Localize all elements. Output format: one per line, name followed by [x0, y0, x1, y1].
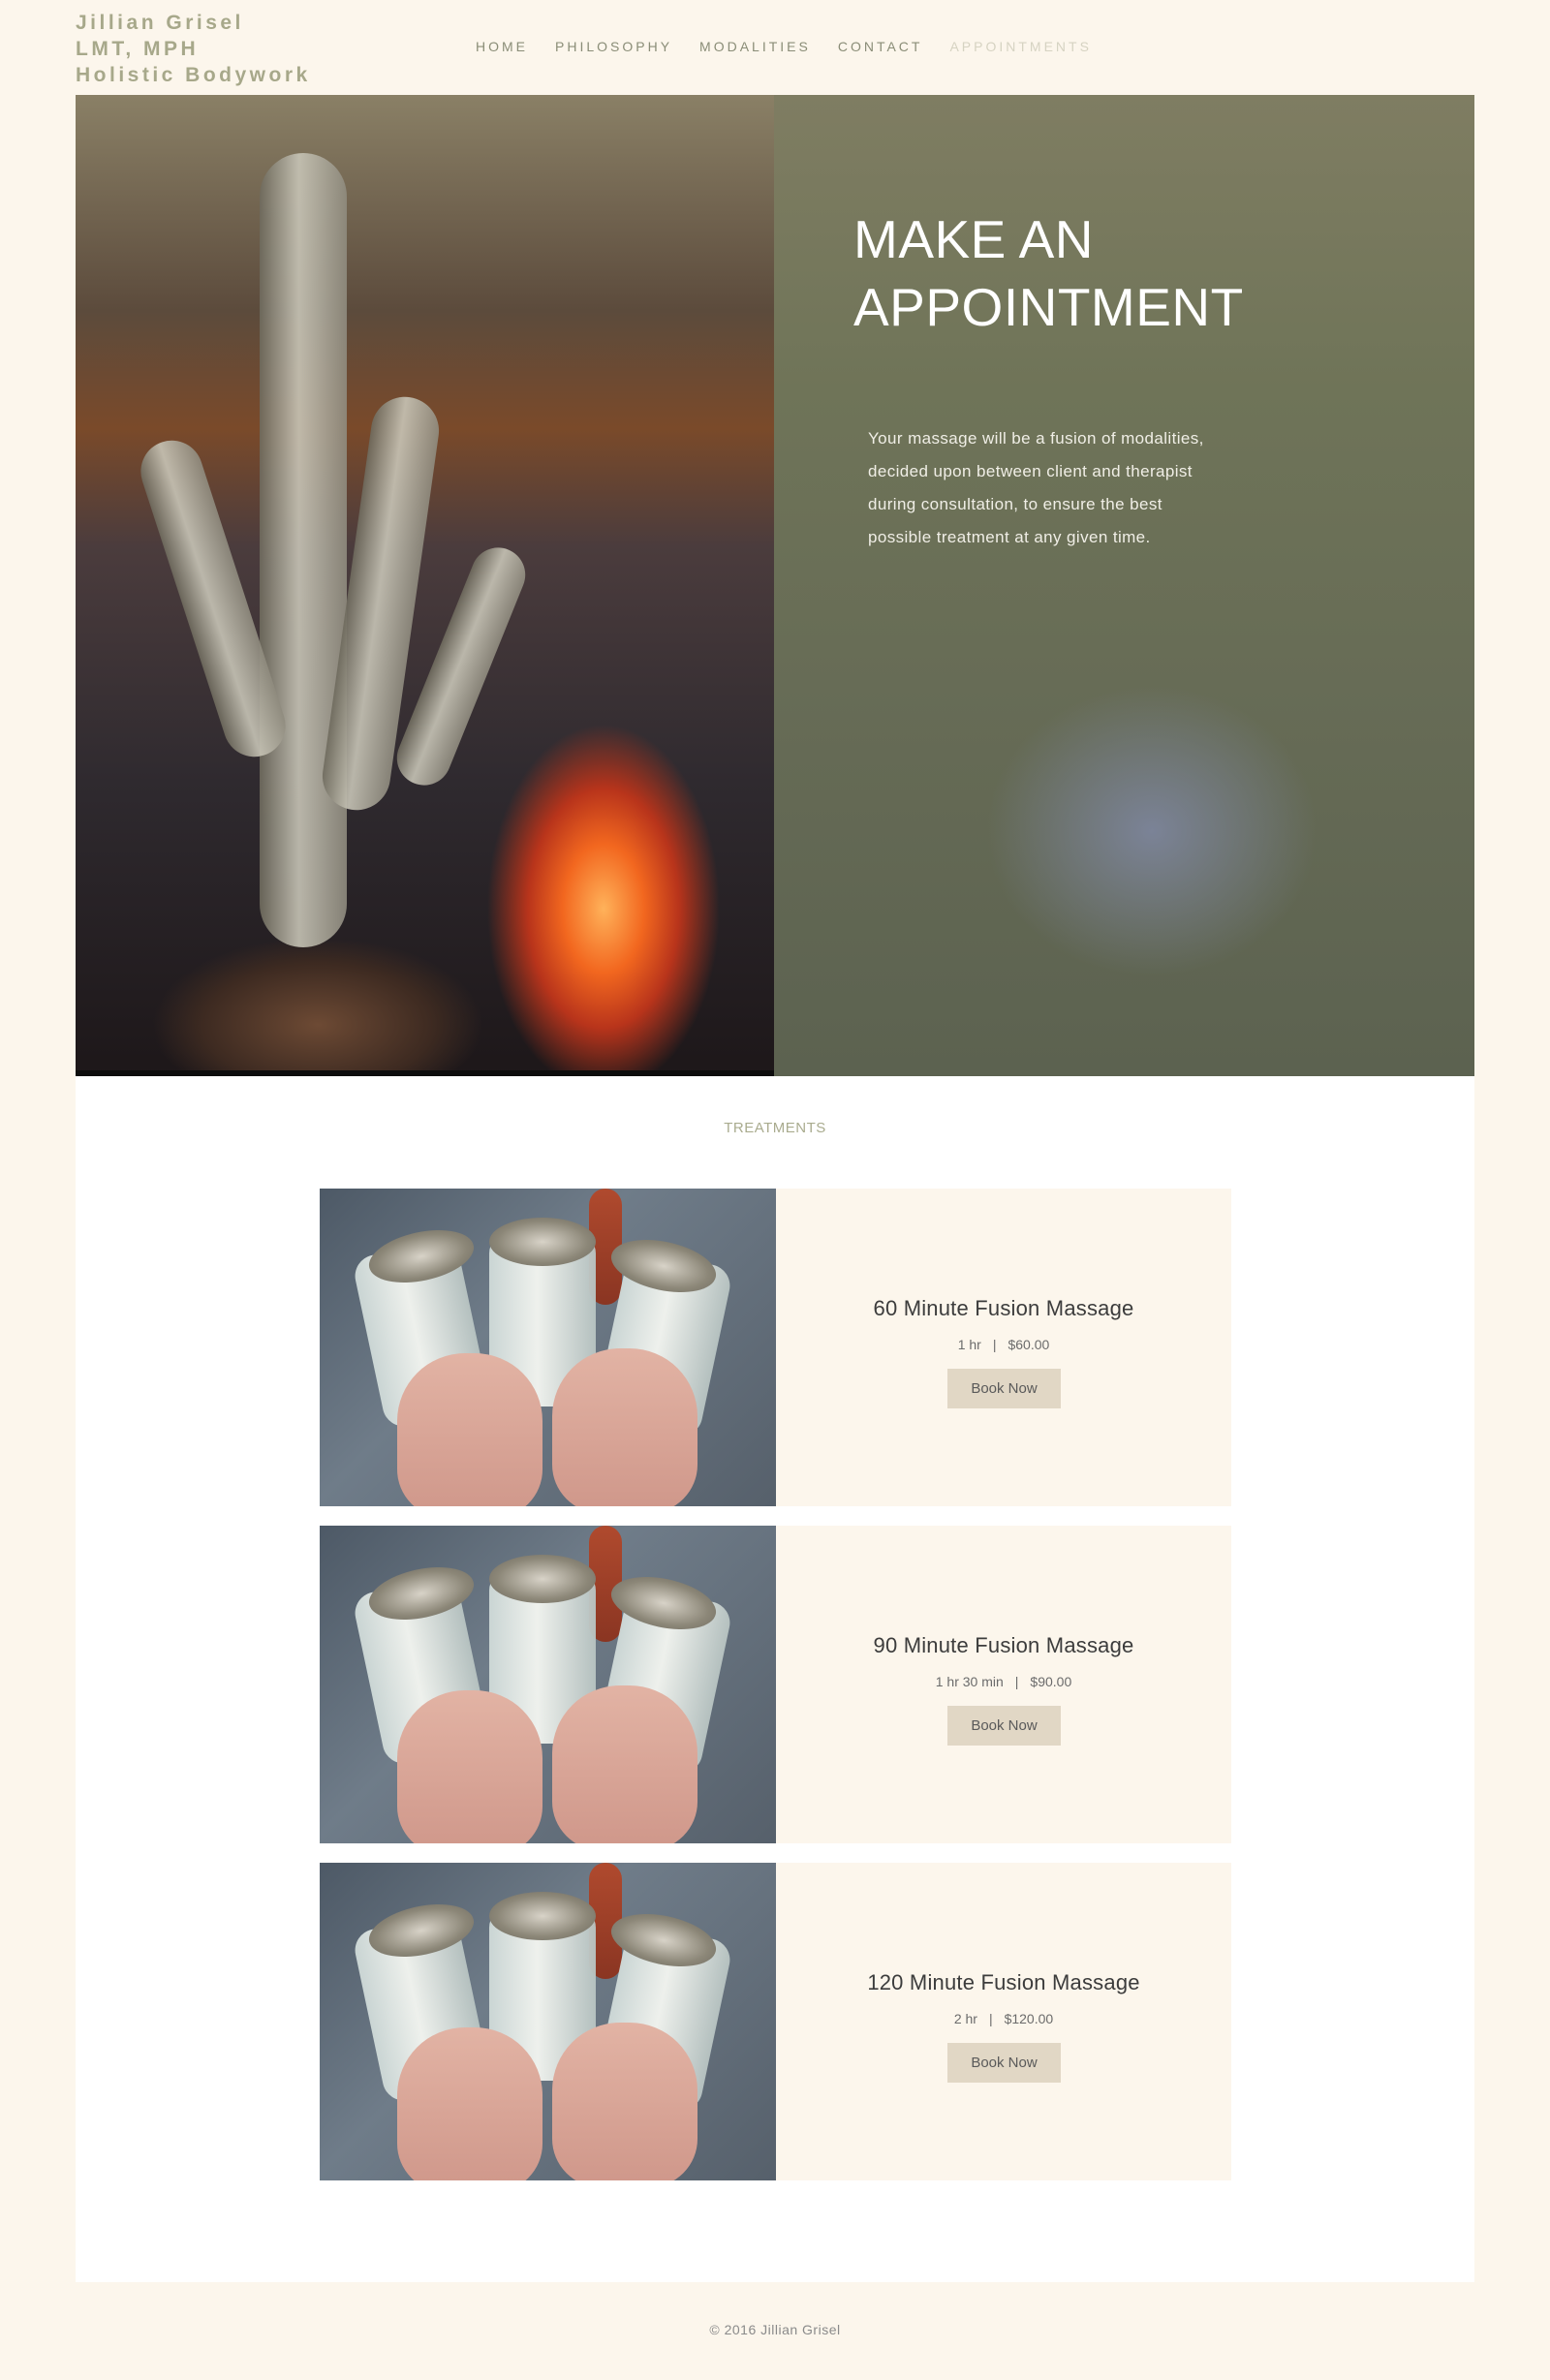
brand-credentials: LMT, MPH: [76, 38, 200, 60]
nav-appointments[interactable]: APPOINTMENTS: [949, 39, 1091, 54]
book-now-button[interactable]: Book Now: [947, 1706, 1061, 1746]
treatment-info: 120 Minute Fusion Massage 2 hr | $120.00 B…: [776, 1863, 1231, 2180]
nav-home[interactable]: HOME: [476, 39, 528, 54]
treatment-price: $120.00: [1004, 2011, 1054, 2026]
hero-section: [76, 95, 1474, 1076]
hand-shape: [552, 1348, 698, 1506]
hero-photo: [76, 95, 774, 1076]
book-now-button[interactable]: Book Now: [947, 2043, 1061, 2083]
main-nav: HOME PHILOSOPHY MODALITIES CONTACT APPOI…: [476, 39, 1119, 54]
treatments-heading: TREATMENTS: [724, 1120, 826, 1136]
treatment-price: $60.00: [1008, 1337, 1050, 1352]
treatment-card: 90 Minute Fusion Massage 1 hr 30 min | $90…: [320, 1526, 1231, 1843]
hand-shape: [552, 2023, 698, 2180]
lid-shape: [489, 1892, 596, 1940]
treatment-duration: 1 hr: [957, 1337, 981, 1352]
lid-shape: [489, 1218, 596, 1266]
treatment-meta: 2 hr | $120.00: [776, 2011, 1231, 2026]
meta-separator: |: [988, 2011, 993, 2026]
hand-shape: [397, 1690, 542, 1843]
page-title: MAKE AN APPOINTMENT: [853, 205, 1244, 341]
nav-philosophy[interactable]: PHILOSOPHY: [555, 39, 672, 54]
nav-modalities[interactable]: MODALITIES: [699, 39, 811, 54]
treatment-name: 120 Minute Fusion Massage: [867, 1970, 1140, 1994]
hero-photo-edge: [76, 1070, 774, 1076]
title-line: MAKE AN: [853, 209, 1095, 269]
footer-copyright: © 2016 Jillian Grisel: [709, 2322, 841, 2337]
title-line: APPOINTMENT: [853, 277, 1244, 337]
treatment-meta: 1 hr 30 min | $90.00: [776, 1674, 1231, 1689]
brand-name: Jillian Grisel: [76, 12, 244, 34]
treatment-name: 60 Minute Fusion Massage: [873, 1296, 1134, 1320]
treatment-image: [320, 1189, 776, 1506]
brand-tagline: Holistic Bodywork: [76, 64, 311, 86]
hero-description: Your massage will be a fusion of modalit…: [868, 429, 1204, 546]
hand-shape: [397, 1353, 542, 1506]
treatment-duration: 1 hr 30 min: [935, 1674, 1004, 1689]
book-now-button[interactable]: Book Now: [947, 1369, 1061, 1408]
meta-separator: |: [1014, 1674, 1019, 1689]
treatment-info: 90 Minute Fusion Massage 1 hr 30 min | $90…: [776, 1526, 1231, 1843]
meta-separator: |: [992, 1337, 997, 1352]
treatment-duration: 2 hr: [953, 2011, 977, 2026]
treatment-image: [320, 1526, 776, 1843]
treatment-meta: 1 hr | $60.00: [776, 1337, 1231, 1352]
treatment-name: 90 Minute Fusion Massage: [873, 1633, 1134, 1657]
hand-shape: [397, 2027, 542, 2180]
treatment-card: 60 Minute Fusion Massage 1 hr | $60.00 Boo…: [320, 1189, 1231, 1506]
treatment-price: $90.00: [1030, 1674, 1072, 1689]
site-brand[interactable]: Jillian Grisel LMT, MPH Holistic Bodywor…: [76, 10, 311, 88]
cactus-shape: [260, 153, 347, 947]
hand-shape: [552, 1685, 698, 1843]
nav-contact[interactable]: CONTACT: [838, 39, 923, 54]
treatment-image: [320, 1863, 776, 2180]
treatment-card: 120 Minute Fusion Massage 2 hr | $120.00 B…: [320, 1863, 1231, 2180]
page-content: TREATMENTS 60 Minute Fusion Massage 1 hr…: [76, 95, 1474, 2282]
treatment-info: 60 Minute Fusion Massage 1 hr | $60.00 Boo…: [776, 1189, 1231, 1506]
lid-shape: [489, 1555, 596, 1603]
